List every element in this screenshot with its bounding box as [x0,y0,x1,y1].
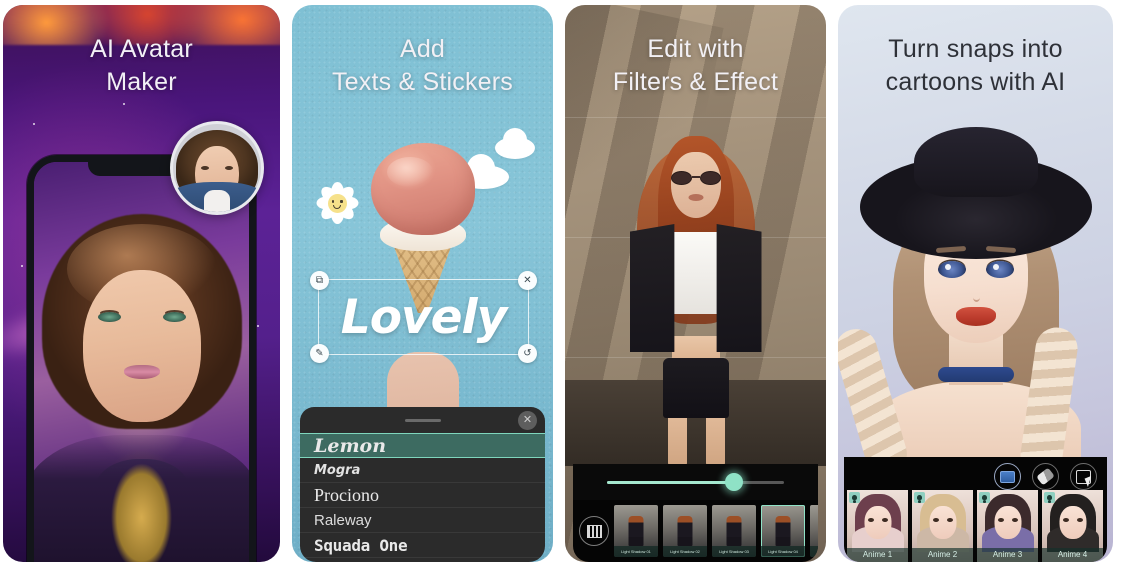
anime-style-label: Anime 2 [912,548,973,562]
font-name-label: Raleway [314,512,372,529]
anime-style-label: Anime 4 [1042,548,1103,562]
screenshot-panel-ai-avatar-maker[interactable]: AI Avatar Maker [3,5,280,562]
avatar-face [83,270,201,422]
filter-label: Light Shadow 03 [712,546,756,557]
edit-pencil-icon[interactable]: ✎ [310,344,329,363]
portrait-nose [973,293,980,302]
model-photo [621,136,771,466]
anime-style-strip[interactable]: Anime 1 Anime 2 Anime 3 [844,490,1107,562]
eraser-tool-button[interactable] [1032,463,1059,490]
ice-cream-scoop [371,143,475,235]
cloud-sticker-1 [495,137,535,159]
anime-style-item[interactable]: Anime 4 [1042,490,1103,562]
filter-intensity-slider[interactable] [573,464,818,500]
phone-mockup [27,155,256,562]
app-store-screenshot-gallery: AI Avatar Maker [0,0,1125,572]
cartoon-portrait [856,155,1096,475]
rotate-icon[interactable]: ↺ [518,344,537,363]
portrait-eye-left [938,261,966,278]
model-face [671,152,721,218]
anime-style-item[interactable]: Anime 1 [847,490,908,562]
filter-thumbnail-strip[interactable]: Light Shadow 01 Light Shadow 02 Light Sh… [573,500,818,562]
drag-handle[interactable] [405,419,441,422]
layer-icon [1000,471,1015,483]
filter-grid-icon[interactable] [579,516,609,546]
font-name-label: Mogra [314,463,360,478]
filter-label: Light Shadow 02 [663,546,707,557]
anime-style-item[interactable]: Anime 2 [912,490,973,562]
filter-label: Light Shadow 04 [761,546,805,557]
model-lips [688,194,703,201]
pointer-icon [1076,470,1091,484]
filter-thumbnail[interactable]: Light Shadow 05 [810,505,818,557]
screenshot-panel-turn-snaps-into-cartoons[interactable]: Turn snaps into cartoons with AI [838,5,1113,562]
model-leg-right [706,412,725,468]
avatar-eye-left [98,312,121,322]
sheet-header: ✕ [300,407,545,433]
text-sticker-bounding-box[interactable]: Lovely ⧉ ✕ ✎ ↺ [318,279,529,355]
close-icon[interactable]: ✕ [518,411,537,430]
font-list-item[interactable]: Mogra [300,458,545,483]
eraser-icon [1036,468,1055,486]
cartoon-toolbar[interactable]: Anime 1 Anime 2 Anime 3 [844,457,1107,562]
avatar-lips [124,365,160,379]
portrait-lips [956,307,996,326]
text-sticker-label: Lovely [319,280,528,354]
sunglasses [671,170,721,185]
filter-thumbnail[interactable]: Light Shadow 01 [614,505,658,557]
wall-line-1 [565,117,826,118]
font-list-item[interactable]: Squada One [300,533,545,558]
daisy-sticker [314,180,360,226]
portrait-eye-right [986,261,1014,278]
filter-thumbnail[interactable]: Light Shadow 03 [712,505,756,557]
model-shorts [663,358,729,418]
slider-track[interactable] [607,481,784,484]
screenshot-panel-edit-filters-effect[interactable]: Edit with Filters & Effect [565,5,826,562]
font-list-item[interactable]: Lemon [300,433,545,458]
daisy-face [328,194,347,213]
avatar-eye-right [163,312,186,322]
filter-label: Light Shadow 05 [810,546,818,557]
person-badge-icon [1044,492,1055,503]
anime-style-label: Anime 3 [977,548,1038,562]
filter-thumbnail[interactable]: Light Shadow 04 [761,505,805,557]
thumbnail-eye-left [201,166,209,170]
duplicate-icon[interactable]: ⧉ [310,271,329,290]
person-badge-icon [979,492,990,503]
hat-crown [914,127,1038,197]
tool-button-group[interactable] [994,463,1097,490]
anime-style-label: Anime 1 [847,548,908,562]
filter-thumbnail[interactable]: Light Shadow 02 [663,505,707,557]
font-name-label: Lemon [314,435,386,457]
font-list-item[interactable]: Raleway [300,508,545,533]
font-name-label: Prociono [314,485,379,506]
font-name-label: Squada One [314,536,407,555]
anime-style-item[interactable]: Anime 3 [977,490,1038,562]
avatar-armor-suit [27,435,256,562]
pointer-tool-button[interactable] [1070,463,1097,490]
screenshot-panel-add-texts-stickers[interactable]: Add Texts & Stickers Lovely ⧉ ✕ ✎ ↺ [292,5,553,562]
font-list: Lemon Mogra Prociono Raleway Squada One [300,433,545,558]
slider-fill [607,481,734,484]
person-badge-icon [849,492,860,503]
close-icon[interactable]: ✕ [518,271,537,290]
thumbnail-shirt [204,190,230,212]
person-badge-icon [914,492,925,503]
font-list-item[interactable]: Prociono [300,483,545,508]
thumbnail-eye-right [225,166,233,170]
source-photo-thumbnail[interactable] [170,121,264,215]
model-leg-left [668,412,687,468]
slider-knob[interactable] [725,473,743,491]
portrait-choker [938,367,1014,382]
model-shirt [674,232,718,314]
generated-avatar-image [34,162,249,562]
filter-label: Light Shadow 01 [614,546,658,557]
layer-tool-button[interactable] [994,463,1021,490]
font-picker-sheet[interactable]: ✕ Lemon Mogra Prociono Raleway Squada On… [300,407,545,562]
